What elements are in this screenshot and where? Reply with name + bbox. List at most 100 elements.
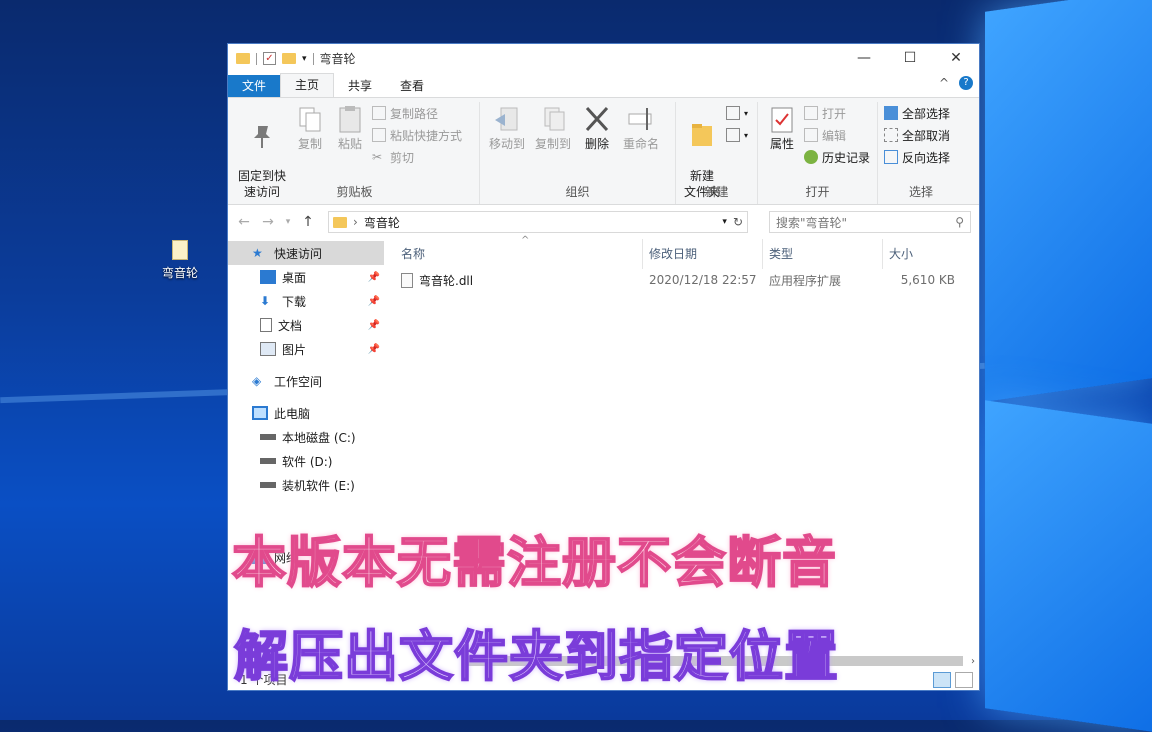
pin-icon[interactable]: 📌 xyxy=(368,296,380,307)
window-title: 弯音轮 xyxy=(319,52,356,66)
nav-item-quick-access[interactable]: ★ 快速访问 xyxy=(228,241,384,265)
nav-item-label: 软件 (D:) xyxy=(282,454,333,469)
refresh-icon[interactable]: ↻ xyxy=(733,215,743,229)
star-icon: ★ xyxy=(252,246,263,260)
group-clipboard: 固定到快 速访问 复制 粘贴 复制路径 粘贴快捷方式 ✂ 剪切 剪贴板 xyxy=(230,102,480,204)
move-to-icon xyxy=(493,104,521,134)
recent-chevron-icon[interactable]: ▾ xyxy=(284,217,292,227)
open-label: 打开 xyxy=(822,106,847,121)
help-icon[interactable]: ? xyxy=(959,76,973,90)
desktop-file-icon[interactable]: 弯音轮 xyxy=(158,240,202,281)
select-none-button[interactable]: 全部取消 xyxy=(884,126,950,144)
drive-icon xyxy=(260,482,276,488)
nav-item-desktop[interactable]: 桌面 📌 xyxy=(228,265,384,289)
pin-icon[interactable]: 📌 xyxy=(368,320,380,331)
breadcrumb[interactable]: 弯音轮 xyxy=(364,214,717,231)
up-arrow-icon[interactable]: ↑ xyxy=(300,214,316,230)
group-label-new: 新建 xyxy=(704,185,729,199)
nav-item-pictures[interactable]: 图片 📌 xyxy=(228,337,384,361)
delete-label: 删除 xyxy=(584,137,609,151)
nav-item-workspace[interactable]: ◈ 工作空间 xyxy=(228,369,384,393)
search-input[interactable]: 搜索"弯音轮" ⚲ xyxy=(769,211,971,233)
minimize-button[interactable]: — xyxy=(841,44,887,73)
cut-button[interactable]: ✂ 剪切 xyxy=(372,148,462,166)
forward-arrow-icon[interactable]: → xyxy=(260,214,276,230)
rename-icon xyxy=(627,104,655,134)
group-label-open: 打开 xyxy=(805,185,830,199)
address-bar[interactable]: › 弯音轮 ▾ ↻ xyxy=(328,211,748,233)
pin-icon xyxy=(248,120,276,150)
column-header-name[interactable]: 名称 xyxy=(385,239,643,269)
nav-item-label: 文档 xyxy=(278,318,303,333)
quick-access-toolbar: ✓ ▾ xyxy=(228,52,314,65)
group-label-select: 选择 xyxy=(908,185,933,199)
column-headers: ^ 名称 修改日期 类型 大小 xyxy=(385,235,979,269)
maximize-button[interactable]: ☐ xyxy=(887,44,933,73)
copy-to-label: 复制到 xyxy=(534,137,571,151)
tab-file[interactable]: 文件 xyxy=(228,75,281,97)
select-all-button[interactable]: 全部选择 xyxy=(884,104,950,122)
new-folder-icon[interactable] xyxy=(282,53,296,64)
properties-icon[interactable]: ✓ xyxy=(263,52,276,65)
back-arrow-icon[interactable]: ← xyxy=(236,214,252,230)
easy-access-button[interactable]: ▾ xyxy=(726,126,748,144)
paste-shortcut-button[interactable]: 粘贴快捷方式 xyxy=(372,126,462,144)
paste-label: 粘贴 xyxy=(337,137,362,151)
breadcrumb-separator-icon: › xyxy=(353,215,358,229)
copy-path-button[interactable]: 复制路径 xyxy=(372,104,462,122)
column-header-size[interactable]: 大小 xyxy=(883,239,959,269)
nav-item-drive-c[interactable]: 本地磁盘 (C:) xyxy=(228,425,384,449)
invert-selection-icon xyxy=(884,150,898,164)
copy-icon xyxy=(296,104,324,134)
download-icon: ⬇ xyxy=(260,294,271,308)
tab-share[interactable]: 共享 xyxy=(334,75,386,97)
drive-icon xyxy=(260,434,276,440)
folder-icon xyxy=(688,120,716,150)
select-none-label: 全部取消 xyxy=(902,128,951,143)
history-label: 历史记录 xyxy=(822,150,871,165)
table-row[interactable]: 弯音轮.dll 2020/12/18 22:57 应用程序扩展 5,610 KB xyxy=(385,269,979,291)
column-header-type[interactable]: 类型 xyxy=(763,239,883,269)
ribbon: 固定到快 速访问 复制 粘贴 复制路径 粘贴快捷方式 ✂剪切 剪贴板 移动到 xyxy=(228,97,979,205)
address-row: ← → ▾ ↑ › 弯音轮 ▾ ↻ 搜索"弯音轮" ⚲ xyxy=(228,205,979,239)
separator xyxy=(312,52,314,65)
search-icon: ⚲ xyxy=(955,215,964,229)
chevron-down-icon[interactable]: ▾ xyxy=(722,217,727,227)
file-size: 5,610 KB xyxy=(900,273,955,287)
dll-file-icon xyxy=(401,272,413,288)
tab-home[interactable]: 主页 xyxy=(280,73,335,97)
document-icon xyxy=(260,318,272,332)
select-none-icon xyxy=(884,128,898,142)
history-icon xyxy=(804,150,818,164)
details-view-icon[interactable] xyxy=(933,672,951,688)
document-icon xyxy=(172,240,188,260)
tab-view[interactable]: 查看 xyxy=(386,75,438,97)
close-button[interactable]: ✕ xyxy=(933,44,979,73)
move-to-label: 移动到 xyxy=(488,137,525,151)
large-icons-view-icon[interactable] xyxy=(955,672,973,688)
group-open: 属性 打开 编辑 历史记录 打开 xyxy=(758,102,878,204)
open-button[interactable]: 打开 xyxy=(804,104,870,122)
file-type: 应用程序扩展 xyxy=(769,273,842,288)
computer-icon xyxy=(252,406,268,420)
workspace-icon: ◈ xyxy=(252,374,262,388)
new-item-button[interactable]: ▾ xyxy=(726,104,748,122)
nav-item-documents[interactable]: 文档 📌 xyxy=(228,313,384,337)
chevron-down-icon[interactable]: ▾ xyxy=(302,54,307,64)
edit-button[interactable]: 编辑 xyxy=(804,126,870,144)
invert-selection-button[interactable]: 反向选择 xyxy=(884,148,950,166)
collapse-ribbon-icon[interactable]: ^ xyxy=(939,76,949,90)
column-header-date[interactable]: 修改日期 xyxy=(643,239,763,269)
history-button[interactable]: 历史记录 xyxy=(804,148,870,166)
pin-icon[interactable]: 📌 xyxy=(368,272,380,283)
nav-item-this-pc[interactable]: 此电脑 xyxy=(228,401,384,425)
nav-item-drive-e[interactable]: 装机软件 (E:) xyxy=(228,473,384,497)
paste-shortcut-icon xyxy=(372,128,386,142)
scroll-right-icon[interactable]: › xyxy=(971,656,979,667)
select-all-icon xyxy=(884,106,898,120)
pin-icon[interactable]: 📌 xyxy=(368,344,380,355)
file-name: 弯音轮.dll xyxy=(419,273,474,288)
copy-path-label: 复制路径 xyxy=(390,106,439,121)
nav-item-downloads[interactable]: ⬇ 下载 📌 xyxy=(228,289,384,313)
nav-item-drive-d[interactable]: 软件 (D:) xyxy=(228,449,384,473)
